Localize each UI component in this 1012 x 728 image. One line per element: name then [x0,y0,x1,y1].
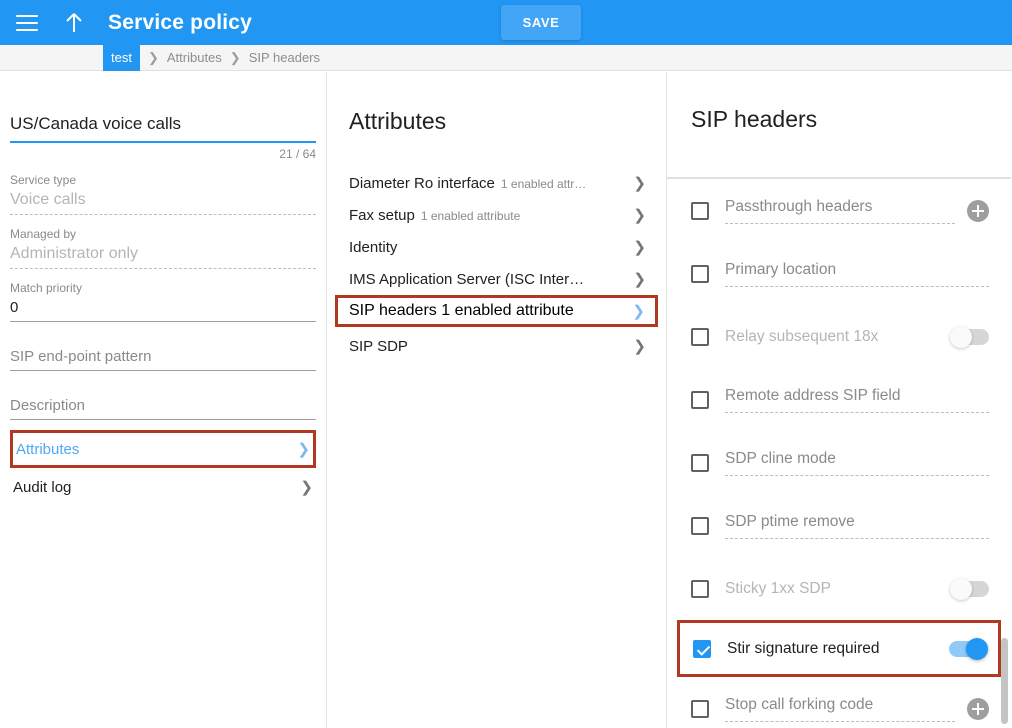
field-value: Administrator only [10,241,316,269]
service-policy-screen: Service policy SAVE test ❯ Attributes ❯ … [0,0,1012,728]
attribute-meta: 1 enabled attr… [500,176,587,191]
sip-headers-header: SIP headers [667,106,1011,179]
field-service-type: Service type Voice calls [10,173,316,215]
header-row-stir-signature-required[interactable]: Stir signature required [677,620,1001,677]
attributes-panel: Attributes Diameter Ro interface 1 enabl… [327,72,667,728]
header-row-relay-subsequent-18x[interactable]: Relay subsequent 18x [667,305,1011,368]
breadcrumb-item-sip-headers[interactable]: SIP headers [249,50,320,65]
header-row-label: SDP ptime remove [725,513,989,539]
chevron-right-icon: ❯ [297,440,310,458]
save-button[interactable]: SAVE [501,5,581,40]
header-row-label: Stop call forking code [725,696,955,722]
sidebar-item-attributes[interactable]: Attributes ❯ [13,433,313,465]
attributes-panel-title: Attributes [349,108,447,134]
chevron-right-icon: ❯ [633,238,646,256]
sidebar-item-audit-log[interactable]: Audit log ❯ [10,471,316,503]
toggle-relay-subsequent-18x[interactable] [950,325,989,348]
checkbox-sticky-1xx-sdp[interactable] [691,579,709,598]
attribute-item-diameter-ro-interface[interactable]: Diameter Ro interface 1 enabled attr… ❯ [327,167,666,199]
checkbox-sdp-cline-mode[interactable] [691,453,709,472]
hamburger-menu-icon[interactable] [16,14,38,31]
header-row-label: Remote address SIP field [725,387,989,413]
header-row-passthrough-headers[interactable]: Passthrough headers [667,179,1011,242]
header-row-label: Stir signature required [727,639,880,657]
description-input[interactable]: Description [10,397,316,420]
chevron-right-icon: ❯ [633,337,646,355]
breadcrumb-item-test[interactable]: test [103,44,140,71]
header-row-label: Relay subsequent 18x [725,327,879,345]
attribute-meta: 1 enabled attribute [441,302,574,319]
arrow-up-icon[interactable] [64,12,84,34]
chevron-right-icon: ❯ [633,174,646,192]
policy-name-input[interactable]: US/Canada voice calls [10,114,316,143]
breadcrumb-separator-icon: ❯ [229,49,241,65]
chevron-right-icon: ❯ [633,206,646,224]
header-row-sticky-1xx-sdp[interactable]: Sticky 1xx SDP [667,557,1011,620]
sip-headers-panel-title: SIP headers [691,106,818,132]
header-row-label: SDP cline mode [725,450,989,476]
attribute-item-ims-application-server[interactable]: IMS Application Server (ISC Inter… ❯ [327,263,666,295]
attribute-item-fax-setup[interactable]: Fax setup 1 enabled attribute ❯ [327,199,666,231]
header-row-label: Sticky 1xx SDP [725,579,831,597]
breadcrumb-separator-icon: ❯ [147,49,159,65]
vertical-scrollbar-thumb[interactable] [1001,638,1008,724]
checkbox-remote-address-sip-field[interactable] [691,390,709,409]
match-priority-input[interactable]: 0 [10,295,316,322]
sip-endpoint-pattern-input[interactable]: SIP end-point pattern [10,348,316,371]
add-icon[interactable] [967,697,989,720]
field-managed-by: Managed by Administrator only [10,227,316,269]
header-row-primary-location[interactable]: Primary location [667,242,1011,305]
policy-details-panel: US/Canada voice calls 21 / 64 Service ty… [0,72,327,728]
field-sip-endpoint-pattern: SIP end-point pattern [10,348,316,371]
add-icon[interactable] [967,199,989,222]
attribute-item-sip-sdp[interactable]: SIP SDP ❯ [327,330,666,362]
chevron-right-icon: ❯ [633,270,646,288]
chevron-right-icon: ❯ [300,478,313,496]
checkbox-passthrough-headers[interactable] [691,201,709,220]
attribute-item-sip-headers[interactable]: SIP headers 1 enabled attribute ❯ [335,295,658,327]
field-label: Service type [10,173,77,187]
field-description: Description [10,397,316,420]
columns-container: US/Canada voice calls 21 / 64 Service ty… [0,72,1012,728]
header-row-stop-call-forking-code[interactable]: Stop call forking code [667,677,1011,728]
header-row-sdp-ptime-remove[interactable]: SDP ptime remove [667,494,1011,557]
header-row-sdp-cline-mode[interactable]: SDP cline mode [667,431,1011,494]
header-row-label: Primary location [725,261,989,287]
toggle-stir-signature-required[interactable] [949,637,988,660]
chevron-right-icon: ❯ [632,302,645,320]
attribute-meta: 1 enabled attribute [420,208,521,223]
attribute-name: SIP SDP [349,337,408,355]
sidebar-item-label: Attributes [16,440,80,458]
field-match-priority: Match priority 0 [10,281,316,322]
char-counter: 21 / 64 [279,147,316,161]
attribute-name: IMS Application Server (ISC Inter… [349,270,585,288]
page-title: Service policy [108,10,253,34]
app-header-bar: Service policy SAVE [0,0,1012,45]
field-label: Match priority [10,281,83,295]
attribute-name: Fax setup [349,206,415,224]
checkbox-sdp-ptime-remove[interactable] [691,516,709,535]
checkbox-relay-subsequent-18x[interactable] [691,327,709,346]
checkbox-stop-call-forking-code[interactable] [691,699,709,718]
sidebar-item-label: Audit log [13,478,72,496]
sip-headers-panel: SIP headers Passthrough headers Primary … [667,72,1011,728]
field-value: Voice calls [10,187,316,215]
attribute-name: Diameter Ro interface [349,174,495,192]
field-label: Managed by [10,227,77,241]
header-row-remote-address-sip-field[interactable]: Remote address SIP field [667,368,1011,431]
attributes-list: Diameter Ro interface 1 enabled attr… ❯ … [327,167,666,362]
header-row-label: Passthrough headers [725,198,955,224]
breadcrumb-item-attributes[interactable]: Attributes [167,50,222,65]
toggle-sticky-1xx-sdp[interactable] [950,577,989,600]
nav-item-attributes-highlight: Attributes ❯ [10,430,316,468]
checkbox-primary-location[interactable] [691,264,709,283]
checkbox-stir-signature-required[interactable] [693,639,711,658]
attribute-name: Identity [349,238,398,256]
attribute-name: SIP headers [349,302,437,319]
attribute-item-identity[interactable]: Identity ❯ [327,231,666,263]
sip-headers-list: Passthrough headers Primary location Rel… [667,179,1011,728]
breadcrumb: test ❯ Attributes ❯ SIP headers [0,44,1012,71]
